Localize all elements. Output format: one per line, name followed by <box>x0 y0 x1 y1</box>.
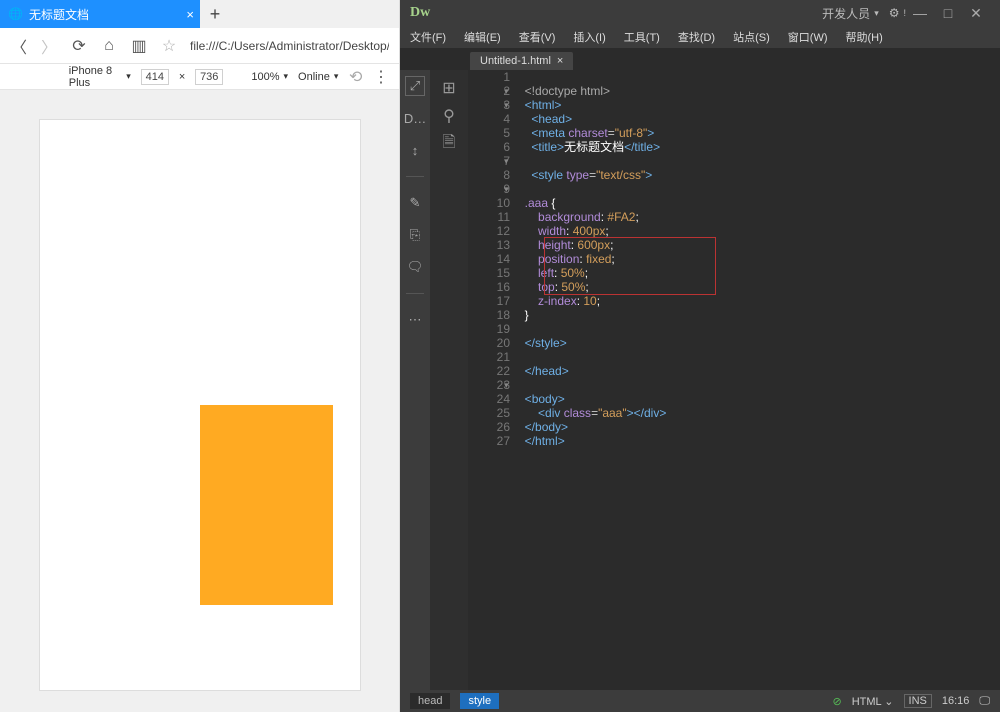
menu-find[interactable]: 查找(D) <box>678 29 715 45</box>
network-select[interactable]: Online▾ <box>298 71 338 83</box>
line-gutter: 1234567891011121314151617181920212223242… <box>468 70 518 690</box>
status-check-icon[interactable]: ⊘ <box>832 695 841 708</box>
zoom-select[interactable]: 100%▾ <box>251 71 288 83</box>
screen-icon[interactable]: 🖵 <box>979 695 990 708</box>
tool-more-icon[interactable]: ⋯ <box>405 310 425 330</box>
panel-files-icon[interactable]: ⊞ <box>437 76 461 100</box>
device-toolbar: iPhone 8 Plus▾ 414 × 736 100%▾ Online▾ ⟲… <box>0 64 399 90</box>
menu-site[interactable]: 站点(S) <box>733 29 770 45</box>
globe-icon: 🌐 <box>8 7 23 21</box>
app-logo: Dw <box>410 5 430 21</box>
tool-comment-icon[interactable]: 🗨 <box>405 257 425 277</box>
device-frame <box>40 120 360 690</box>
menu-view[interactable]: 查看(V) <box>519 29 556 45</box>
insert-mode[interactable]: INS <box>904 694 932 708</box>
star-icon[interactable]: ☆ <box>160 37 178 55</box>
panel-snippets-icon[interactable]: 🗎 <box>437 132 461 156</box>
minimize-button[interactable]: — <box>906 5 934 21</box>
tab-title: 无标题文档 <box>29 6 89 23</box>
browser-tab[interactable]: 🌐 无标题文档 × <box>0 0 200 28</box>
chevron-down-icon: ▾ <box>284 71 289 82</box>
workspace-switcher[interactable]: 开发人员▾ <box>822 5 879 22</box>
rotate-icon[interactable]: ⟲ <box>348 68 363 86</box>
url-field[interactable]: file:///C:/Users/Administrator/Desktop/新 <box>190 37 389 54</box>
chevron-down-icon: ▾ <box>126 71 131 82</box>
left-toolrail: ⤢ D… ↕ ✎ ⎘ 🗨 ⋯ <box>400 70 430 690</box>
browser-window: 🌐 无标题文档 × + 〈 〉 ⟳ ⌂ ▥ ☆ file:///C:/Users… <box>0 0 400 712</box>
dreamweaver-window: Dw 开发人员▾ ⚙! — □ ✕ 文件(F) 编辑(E) 查看(V) 插入(I… <box>400 0 1000 712</box>
back-icon[interactable]: 〈 <box>10 37 28 55</box>
breadcrumb-head[interactable]: head <box>410 693 450 709</box>
status-bar: head style ⊘ HTML ⌄ INS 16:16 🖵 <box>400 690 1000 712</box>
menu-edit[interactable]: 编辑(E) <box>464 29 501 45</box>
chevron-down-icon: ▾ <box>334 71 339 82</box>
close-icon[interactable]: × <box>557 55 563 67</box>
dimension-separator: × <box>179 71 185 83</box>
panel-search-icon[interactable]: ⚲ <box>437 104 461 128</box>
device-select[interactable]: iPhone 8 Plus▾ <box>69 65 131 89</box>
forward-icon[interactable]: 〉 <box>40 37 58 55</box>
tool-expand-icon[interactable]: ⤢ <box>405 76 425 96</box>
browser-viewport <box>0 90 399 712</box>
menu-insert[interactable]: 插入(I) <box>573 29 605 45</box>
code-editor[interactable]: 1234567891011121314151617181920212223242… <box>468 70 1000 690</box>
sync-icon[interactable]: ⚙! <box>889 6 906 20</box>
tool-d-icon[interactable]: D… <box>405 108 425 128</box>
new-tab-button[interactable]: + <box>200 0 230 28</box>
menu-window[interactable]: 窗口(W) <box>788 29 828 45</box>
document-tabs: Untitled-1.html × <box>400 48 1000 70</box>
tool-edit-icon[interactable]: ✎ <box>405 193 425 213</box>
menu-file[interactable]: 文件(F) <box>410 29 446 45</box>
menu-tools[interactable]: 工具(T) <box>624 29 660 45</box>
status-time: 16:16 <box>942 695 970 707</box>
breadcrumb-style[interactable]: style <box>460 693 499 709</box>
close-icon[interactable]: × <box>186 7 194 22</box>
width-input[interactable]: 414 <box>141 69 169 85</box>
address-bar: 〈 〉 ⟳ ⌂ ▥ ☆ file:///C:/Users/Administrat… <box>0 28 399 64</box>
sidebar-icon[interactable]: ▥ <box>130 37 148 55</box>
titlebar: Dw 开发人员▾ ⚙! — □ ✕ <box>400 0 1000 26</box>
panel-rail: ⊞ ⚲ 🗎 <box>430 70 468 690</box>
home-icon[interactable]: ⌂ <box>100 37 118 55</box>
tool-updown-icon[interactable]: ↕ <box>405 140 425 160</box>
more-icon[interactable]: ⋮ <box>373 68 389 86</box>
tool-copy-icon[interactable]: ⎘ <box>405 225 425 245</box>
maximize-button[interactable]: □ <box>934 5 962 21</box>
height-input[interactable]: 736 <box>195 69 223 85</box>
page-element-aaa <box>200 405 333 605</box>
reload-icon[interactable]: ⟳ <box>70 37 88 55</box>
menu-bar: 文件(F) 编辑(E) 查看(V) 插入(I) 工具(T) 查找(D) 站点(S… <box>400 26 1000 48</box>
menu-help[interactable]: 帮助(H) <box>846 29 883 45</box>
code-content[interactable]: <!doctype html> <html> <head> <meta char… <box>518 70 1000 690</box>
main-area: ⤢ D… ↕ ✎ ⎘ 🗨 ⋯ ⊞ ⚲ 🗎 1234567891011121314… <box>400 70 1000 690</box>
close-button[interactable]: ✕ <box>962 5 990 22</box>
browser-tabstrip: 🌐 无标题文档 × + <box>0 0 399 28</box>
language-selector[interactable]: HTML ⌄ <box>852 695 894 708</box>
document-tab[interactable]: Untitled-1.html × <box>470 52 573 70</box>
